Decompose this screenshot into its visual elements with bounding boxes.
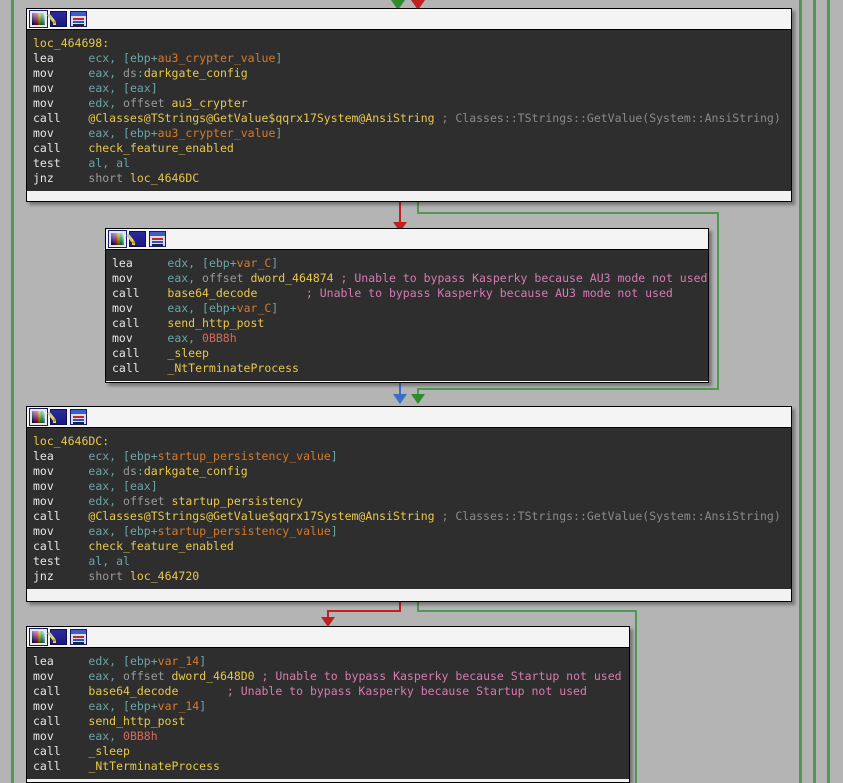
block-code[interactable]: loc_4646DC:lea ecx, [ebp+startup_persist… [27,428,791,589]
edge-b1-b3-green-horiz-top [417,212,719,214]
code-line[interactable]: mov eax, offset dword_4648D0 ; Unable to… [33,669,625,684]
block-au3-bail[interactable]: lea edx, [ebp+var_C]mov eax, offset dwor… [105,228,709,383]
edit-icon[interactable] [50,11,67,27]
palette-icon[interactable] [30,11,47,27]
code-line[interactable]: test al, al [33,156,787,171]
palette-icon[interactable] [30,629,47,645]
code-line[interactable]: mov eax, [eax] [33,479,787,494]
edge-green-right-3 [827,0,830,783]
block-loc-464698[interactable]: loc_464698:lea ecx, [ebp+au3_crypter_val… [26,8,792,202]
arrow-b1-b3-green [411,394,425,404]
edit-icon[interactable] [50,409,67,425]
code-line[interactable]: lea edx, [ebp+var_C] [112,256,704,271]
code-line[interactable]: lea edx, [ebp+var_14] [33,654,625,669]
code-line[interactable]: call @Classes@TStrings@GetValue$qqrx17Sy… [33,111,787,126]
code-line[interactable]: call check_feature_enabled [33,539,787,554]
block-code[interactable]: loc_464698:lea ecx, [ebp+au3_crypter_val… [27,30,791,191]
code-line[interactable]: mov eax, offset dword_464874 ; Unable to… [112,271,704,286]
code-line[interactable]: mov edx, offset au3_crypter [33,96,787,111]
code-line[interactable]: mov eax, [ebp+startup_persistency_value] [33,524,787,539]
block-titlebar [27,9,791,30]
code-line[interactable]: mov eax, 0BB8h [33,729,625,744]
code-line[interactable]: mov eax, 0BB8h [112,331,704,346]
code-line[interactable]: call base64_decode ; Unable to bypass Ka… [112,286,704,301]
code-line[interactable]: call _NtTerminateProcess [33,759,625,774]
edge-b1-b3-green-vert-right [717,212,719,390]
block-titlebar [27,627,629,648]
edit-icon[interactable] [129,231,146,247]
block-titlebar [27,407,791,428]
code-line[interactable]: call base64_decode ; Unable to bypass Ka… [33,684,625,699]
arrow-b2-b3-blue [393,394,407,404]
edge-b1-b3-green-horiz-bottom [419,388,719,390]
code-line[interactable]: mov eax, ds:darkgate_config [33,464,787,479]
code-line[interactable]: call send_http_post [33,714,625,729]
block-loc-4646DC[interactable]: loc_4646DC:lea ecx, [ebp+startup_persist… [26,406,792,602]
code-line[interactable]: mov eax, [ebp+var_14] [33,699,625,714]
code-line[interactable]: call send_http_post [112,316,704,331]
code-line[interactable]: call @Classes@TStrings@GetValue$qqrx17Sy… [33,509,787,524]
edit-icon[interactable] [50,629,67,645]
code-line[interactable]: jnz short loc_4646DC [33,171,787,186]
code-line[interactable]: mov edx, offset startup_persistency [33,494,787,509]
edge-b3-b4-red-horiz [327,610,401,612]
form-icon[interactable] [70,409,87,425]
code-line[interactable]: mov eax, ds:darkgate_config [33,66,787,81]
block-titlebar [106,229,708,250]
form-icon[interactable] [149,231,166,247]
code-line[interactable]: call _NtTerminateProcess [112,361,704,376]
edge-green-right-2 [813,0,816,783]
code-label[interactable]: loc_464698: [33,36,787,51]
code-line[interactable]: mov eax, [eax] [33,81,787,96]
code-line[interactable]: mov eax, [ebp+var_C] [112,301,704,316]
block-code[interactable]: lea edx, [ebp+var_14]mov eax, offset dwo… [27,648,629,779]
code-line[interactable]: call _sleep [112,346,704,361]
edge-green-right-1 [799,0,802,783]
palette-icon[interactable] [109,231,126,247]
code-line[interactable]: test al, al [33,554,787,569]
code-line[interactable]: lea ecx, [ebp+startup_persistency_value] [33,449,787,464]
code-line[interactable]: call _sleep [33,744,625,759]
palette-icon[interactable] [30,409,47,425]
block-code[interactable]: lea edx, [ebp+var_C]mov eax, offset dwor… [106,250,708,381]
edge-b3-next-green-vert-down [635,610,637,783]
code-line[interactable]: lea ecx, [ebp+au3_crypter_value] [33,51,787,66]
form-icon[interactable] [70,629,87,645]
edge-b3-next-green-horiz [417,610,637,612]
code-line[interactable]: jnz short loc_464720 [33,569,787,584]
edge-green-far-left [11,0,14,783]
block-startup-bail[interactable]: lea edx, [ebp+var_14]mov eax, offset dwo… [26,626,630,783]
code-line[interactable]: mov eax, [ebp+au3_crypter_value] [33,126,787,141]
graph-canvas[interactable]: loc_464698:lea ecx, [ebp+au3_crypter_val… [0,0,843,783]
code-line[interactable]: call check_feature_enabled [33,141,787,156]
code-label[interactable]: loc_4646DC: [33,434,787,449]
form-icon[interactable] [70,11,87,27]
